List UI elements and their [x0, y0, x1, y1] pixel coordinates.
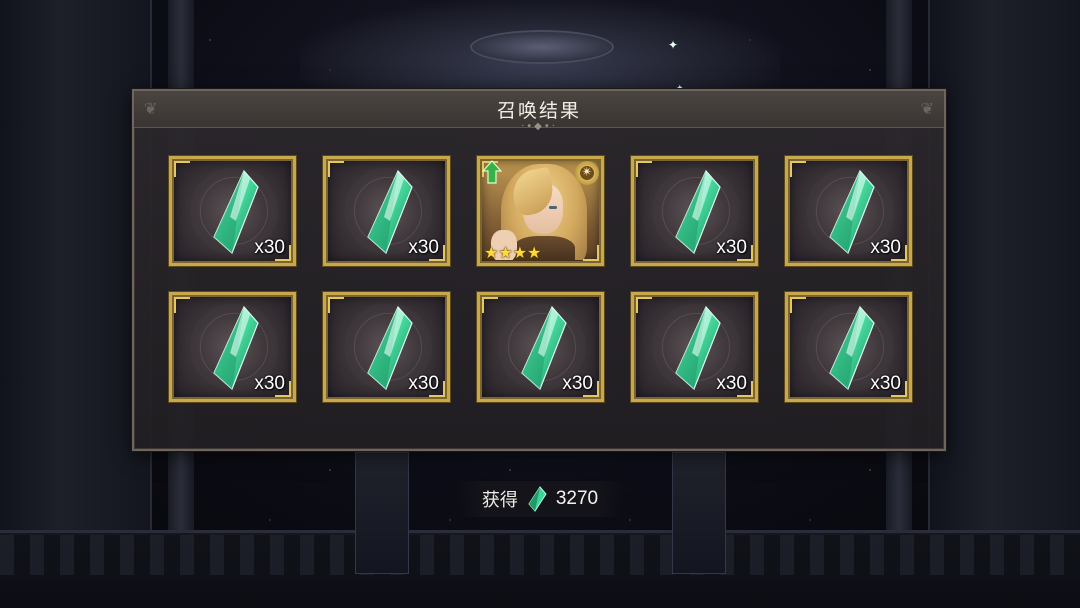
summon-result-dialog: ❦ 召唤结果 ❦ ·•◆•· x30 x30 ✴ ★ ★ ★ ★ x30 x30… [132, 89, 946, 451]
reward-card-crystal[interactable]: x30 [630, 291, 759, 403]
obtained-label: 获得 [481, 490, 518, 511]
reward-quantity: x30 [254, 237, 285, 258]
green-crystal-icon [829, 305, 875, 391]
balustrade [0, 535, 1080, 575]
reward-card-hero[interactable]: ✴ ★ ★ ★ ★ [476, 155, 605, 267]
reward-quantity: x30 [870, 373, 901, 394]
reward-card-crystal[interactable]: x30 [322, 291, 451, 403]
left-arch [0, 0, 152, 608]
reward-card-crystal[interactable]: x30 [784, 291, 913, 403]
reward-quantity: x30 [562, 373, 593, 394]
ornament-icon: ❦ [144, 99, 158, 118]
rarity-stars: ★ ★ ★ ★ [484, 245, 541, 261]
right-arch [928, 0, 1080, 608]
rarity-star-icon: ★ [484, 243, 499, 262]
sparkle-icon: ✦ [668, 38, 679, 52]
reward-quantity: x30 [716, 237, 747, 258]
green-crystal-icon [213, 305, 259, 391]
reward-quantity: x30 [716, 373, 747, 394]
reward-card-crystal[interactable]: x30 [322, 155, 451, 267]
green-crystal-icon [367, 305, 413, 391]
reward-card-crystal[interactable]: x30 [168, 291, 297, 403]
rarity-star-icon: ★ [527, 243, 542, 262]
green-crystal-icon [829, 169, 875, 255]
obtained-total: 3270 [555, 488, 599, 509]
green-crystal-icon [213, 169, 259, 255]
reward-quantity: x30 [408, 237, 439, 258]
title-divider-ornament: ·•◆•· [521, 121, 557, 132]
rarity-star-icon: ★ [512, 243, 528, 262]
stone-tablet [355, 452, 409, 574]
stone-tablet [672, 452, 726, 574]
green-crystal-icon [367, 169, 413, 255]
reward-quantity: x30 [870, 237, 901, 258]
ceiling-ring [470, 30, 614, 64]
reward-card-crystal[interactable]: x30 [630, 155, 759, 267]
ornament-icon: ❦ [920, 99, 934, 118]
total-obtained-bar: 获得 3270 [458, 481, 622, 517]
rarity-star-icon: ★ [498, 243, 513, 262]
green-crystal-icon [528, 486, 547, 512]
result-grid: x30 x30 ✴ ★ ★ ★ ★ x30 x30 x30 x30 x30 x3… [168, 155, 914, 403]
element-emblem-icon: ✴ [575, 161, 599, 185]
reward-card-crystal[interactable]: x30 [476, 291, 605, 403]
reward-card-crystal[interactable]: x30 [168, 155, 297, 267]
green-crystal-icon [675, 305, 721, 391]
reward-quantity: x30 [408, 373, 439, 394]
reward-card-crystal[interactable]: x30 [784, 155, 913, 267]
upgrade-arrow-icon [482, 160, 502, 184]
reward-quantity: x30 [254, 373, 285, 394]
green-crystal-icon [521, 305, 567, 391]
dialog-title: 召唤结果 [496, 99, 581, 122]
green-crystal-icon [675, 169, 721, 255]
